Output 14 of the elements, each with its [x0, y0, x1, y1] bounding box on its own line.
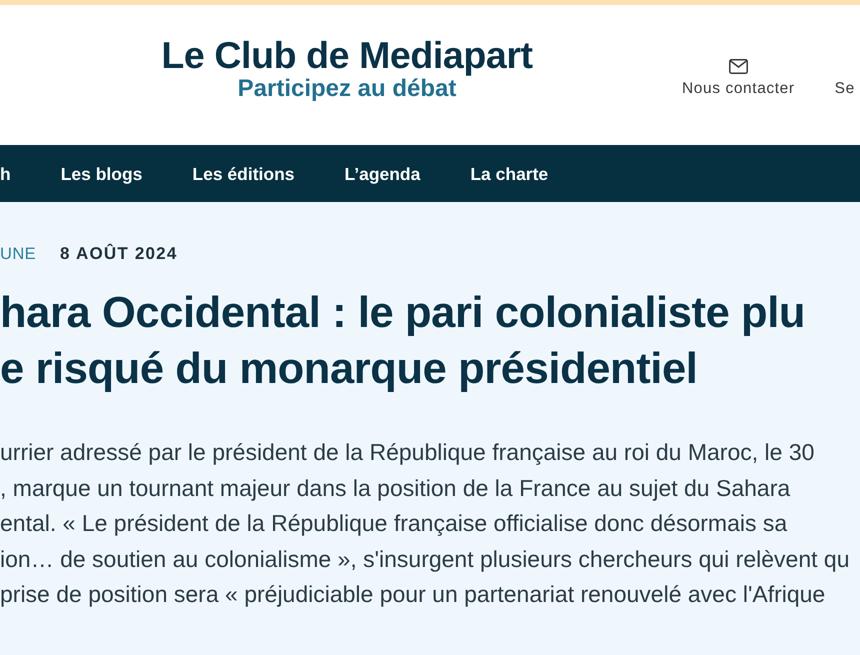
article-lede: urrier adressé par le président de la République française au roi du Maroc, le 30 , marque un tournant majeur dans la position de la France au sujet du Sahara ental. « Le président de la République française officialise donc désormais sa ion… de soutien au colonialisme », s'insurgent plusieurs chercheurs qui relèvent qu prise de position sera « préjudiciable pour un partenariat renouvelé avec l'Afrique — [0, 438, 850, 609]
contact-link[interactable]: Nous contacter — [682, 58, 795, 98]
section-label[interactable]: UNE — [0, 244, 36, 264]
nav-link[interactable]: La charte — [470, 164, 548, 184]
nav-link[interactable]: Les blogs — [60, 164, 142, 184]
mail-icon — [728, 58, 748, 74]
article-headline: hara Occidental : le pari colonialiste plu e risqué du monarque présidentiel — [0, 288, 806, 395]
article-date: 8 AOÛT 2024 — [60, 244, 178, 264]
header-link[interactable]: Se — [834, 80, 855, 98]
nav-link[interactable]: Les éditions — [192, 164, 294, 184]
nav-link[interactable]: h — [0, 164, 11, 184]
nav-link[interactable]: L’agenda — [344, 164, 420, 184]
site-title[interactable]: Le Club de Mediapart — [161, 34, 533, 74]
site-tagline: Participez au débat — [238, 74, 456, 102]
